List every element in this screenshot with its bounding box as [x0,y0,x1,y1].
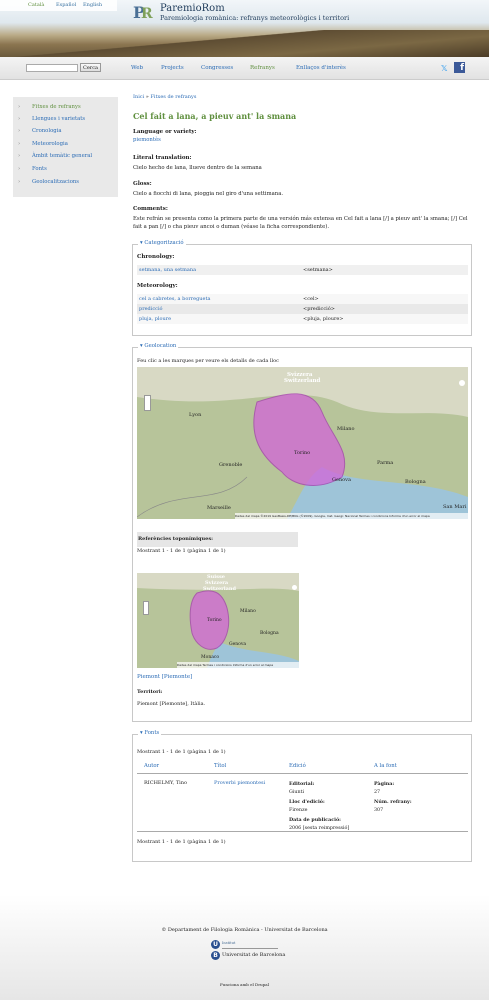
header-autor[interactable]: Autor [144,763,159,769]
twitter-icon[interactable]: 𝕏 [441,64,452,73]
literal-label: Literal translation: [133,155,192,161]
fonts-showing-bottom: Mostrant 1 - 1 de 1 (pàgina 1 de 1) [137,839,226,845]
literal-text: Cielo hecho de lana, llueve dentro de la… [133,165,262,171]
nav-web[interactable]: Web [131,65,143,71]
territory-value: Piemont [Piemonte], Itàlia. [137,701,206,707]
meteorology-row: pluja, ploure <pluja, ploure> [137,314,468,324]
chronology-row: setmana, una setmana <setmana> [137,265,468,275]
header-titol[interactable]: Títol [214,763,226,769]
comments-label: Comments: [133,206,168,212]
ub-logo-icon[interactable]: B [211,951,220,960]
language-bar: Català Español English [0,0,117,11]
nav-refranys[interactable]: Refranys [250,65,275,71]
site-logo[interactable]: PR [133,3,153,22]
gloss-text: Cielo a fiocchi di lana, pioggia nel gir… [133,191,284,197]
search-input[interactable] [26,64,78,72]
search-button[interactable]: Cerca [80,63,101,72]
site-slogan: Paremiologia romànica: refranys meteorol… [160,14,350,22]
breadcrumb-home[interactable]: Inici [133,94,144,100]
small-zoom-control[interactable] [143,601,149,615]
site-name[interactable]: ParemioRom [160,3,225,14]
page-title: Cel fait a lana, a pieuv ant' la smana [133,111,297,121]
footer-dept: © Departament de Filologia Romànica - Un… [161,927,328,933]
table-row: RICHELMY, Tino Proverbi piemontesi Edito… [137,778,468,832]
breadcrumb: Inici » Fitxes de refranys [133,94,197,100]
lang-english[interactable]: English [83,2,102,8]
map-terrain [137,367,468,519]
meteorology-row: predicció <predicció> [137,304,468,314]
facebook-icon[interactable]: f [454,62,465,73]
sidebar: Fitxes de refranys Llengues i varietats … [13,97,118,197]
lang-espanol[interactable]: Español [56,2,76,8]
footer-univ: Universitat de Barcelona [222,952,286,958]
fonts-legend[interactable]: ▾ Fonts [138,730,162,736]
small-map-credit: Dades del mapa Termes i condicions Infor… [177,662,299,668]
mountain-image [0,30,489,57]
nav-enllacos[interactable]: Enllaços d'interès [296,65,346,71]
language-label: Language or variety: [133,129,197,135]
small-map[interactable]: Suisse Svizzera Switzerland Milano Torin… [137,573,299,668]
territory-label: Territori: [137,689,163,695]
zoom-control[interactable] [144,395,151,411]
fonts-table-header: Autor Títol Edició A la font [137,759,468,774]
fonts-showing: Mostrant 1 - 1 de 1 (pàgina 1 de 1) [137,749,226,755]
geolocation-legend[interactable]: ▾ Geolocation [138,343,179,349]
edition-details: Editorial: Giunti Lloc d'edició: Firenze Dat… [289,781,350,832]
lang-catala[interactable]: Català [28,2,44,8]
chronology-label: Chronology: [137,254,175,260]
large-map[interactable]: Svizzera Switzerland Milano Lyon Torino … [137,367,468,519]
nav-congresses[interactable]: Congresses [201,65,233,71]
meteorology-row: cel a cabretes, a borregueta <cel> [137,294,468,304]
fullscreen-icon[interactable] [459,380,465,386]
place-link[interactable]: Piemont [Piemonte] [137,673,477,681]
footer-drupal[interactable]: Funciona amb el Drupal [0,982,489,987]
small-fullscreen-icon[interactable] [292,585,297,590]
source-details: Pàgina: 27 Núm. refrany: 307 [374,781,412,814]
comments-text: Este refrán se presenta como la primera … [133,216,468,230]
header-font[interactable]: A la font [374,763,397,769]
map-hint: Feu clic a les marques per veure els det… [137,358,279,364]
language-link[interactable]: piemontès [133,136,473,144]
meteorology-label: Meteorology: [137,283,178,289]
header-edicio[interactable]: Edició [289,763,306,769]
ub-logo-icon[interactable]: U [211,940,220,949]
categorization-legend[interactable]: ▾ Categorització [138,240,186,246]
refs-header: Referències toponímiques: [138,536,213,542]
nav-projects[interactable]: Projects [161,65,184,71]
breadcrumb-current[interactable]: Fitxes de refranys [150,94,196,100]
geo-showing: Mostrant 1 - 1 de 1 (pàgina 1 de 1) [137,548,226,554]
gloss-label: Gloss: [133,181,152,187]
footer-univ-small: Institut [222,941,236,945]
map-credit: Dades del mapa ©2019 GeoBasis-DE/BKG (©2… [235,513,468,519]
